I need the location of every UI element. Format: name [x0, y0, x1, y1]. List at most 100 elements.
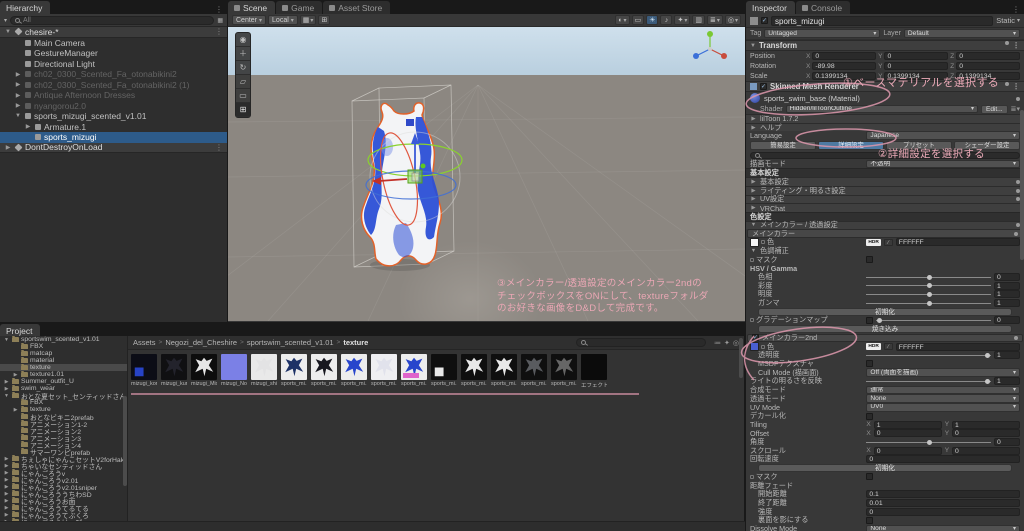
vector-value-field[interactable]: 0 — [873, 429, 942, 438]
transform-value-field[interactable]: 0.1399134 — [884, 72, 949, 80]
move-tool-icon[interactable]: ＋ — [236, 47, 250, 61]
foldout-arrow-icon[interactable]: ▶ — [14, 92, 22, 99]
slider-knob[interactable] — [926, 283, 932, 289]
hierarchy-item[interactable]: ▼ chesire-* ⋮ — [0, 27, 227, 38]
pivot-mode-button[interactable]: Center ▾ — [232, 15, 267, 25]
slider-value-field[interactable]: 0 — [994, 316, 1020, 325]
scene-menu-icon[interactable]: ⋮ — [215, 143, 227, 152]
project-folder[interactable]: material — [0, 356, 127, 364]
foldout-arrow-icon[interactable]: ▶ — [12, 407, 19, 413]
inspector-foldout[interactable]: ▶ ヘルプ — [746, 123, 1024, 132]
tab-console[interactable]: Console — [795, 1, 851, 14]
mode-tab-1[interactable]: 詳細設定 — [818, 141, 884, 151]
project-folder[interactable]: ▶ Summer_outfit_U — [0, 377, 127, 385]
layer-dropdown[interactable]: Default ▾ — [903, 29, 1020, 38]
transform-value-field[interactable]: 0.1399134 — [812, 72, 877, 80]
foldout-arrow-icon[interactable]: ▶ — [12, 372, 19, 378]
foldout-arrow-icon[interactable]: ▼ — [3, 337, 10, 343]
mode-tab-0[interactable]: 簡易設定 — [750, 141, 816, 151]
slider-checkbox[interactable] — [866, 316, 874, 324]
asset-thumb[interactable]: sports_mi... — [491, 354, 517, 389]
tab-hierarchy[interactable]: Hierarchy — [0, 1, 51, 14]
inspector-foldout[interactable]: ▶ VRChat — [746, 203, 1024, 213]
vector-value-field[interactable]: 1 — [952, 420, 1021, 429]
slider-track[interactable] — [866, 300, 991, 306]
tab-scene[interactable]: Scene — [228, 1, 276, 14]
rect-tool-icon[interactable]: ▭ — [236, 89, 250, 103]
project-folder[interactable]: ▶ texture1.01 — [0, 370, 127, 378]
property-search-input[interactable] — [750, 151, 1020, 159]
component-menu-icon[interactable]: ⋮ — [1012, 41, 1020, 50]
asset-thumb[interactable]: エフェクト... — [581, 354, 607, 389]
shader-menu-icon[interactable]: ≣▾ — [1011, 105, 1020, 113]
foldout-arrow-icon[interactable]: ▶ — [3, 456, 10, 462]
asset-thumb[interactable]: mizugi_Mix... — [191, 354, 217, 389]
foldout-arrow-icon[interactable]: ▶ — [3, 512, 10, 518]
foldout-arrow-icon[interactable]: ▶ — [3, 463, 10, 469]
component-menu-icon[interactable]: ⋮ — [1012, 82, 1020, 91]
hierarchy-item[interactable]: Directional Light — [0, 59, 227, 70]
dropdown[interactable]: None ▾ — [866, 394, 1020, 403]
slider-knob[interactable] — [876, 317, 882, 323]
slider-track[interactable] — [866, 352, 991, 358]
shader-dropdown[interactable]: Hidden/lilToonOutline ▾ — [785, 104, 978, 114]
tab-inspector[interactable]: Inspector — [746, 1, 795, 14]
inspector-foldout[interactable]: ▶ UV設定 — [746, 194, 1024, 203]
scale-tool-icon[interactable]: ▱ — [236, 75, 250, 89]
slider-value-field[interactable]: 1 — [994, 377, 1020, 386]
slider-track[interactable] — [876, 317, 991, 323]
hierarchy-menu-icon[interactable]: ⋮ — [211, 5, 227, 14]
foldout-arrow-icon[interactable]: ▼ — [3, 393, 10, 399]
gear-icon[interactable] — [1014, 231, 1018, 236]
transform-value-field[interactable]: 0 — [884, 52, 949, 60]
foldout-arrow-icon[interactable]: ▶ — [3, 477, 10, 483]
vector-value-field[interactable]: 1 — [873, 420, 942, 429]
foldout-arrow-icon[interactable]: ▶ — [3, 379, 10, 385]
value-field[interactable]: 0 — [866, 507, 1020, 516]
foldout-arrow-icon[interactable]: ▶ — [3, 491, 10, 497]
gear-icon[interactable] — [1014, 335, 1018, 340]
search-filter-icon[interactable]: ▾ — [4, 17, 7, 24]
2d-toggle-button[interactable]: ▭ — [631, 15, 645, 25]
slider-knob[interactable] — [985, 378, 991, 384]
foldout-arrow-icon[interactable]: ▶ — [4, 144, 12, 151]
transform-value-field[interactable]: 0 — [956, 62, 1021, 70]
breadcrumb-item[interactable]: sportswim_scented_v1.01 — [247, 338, 334, 347]
hierarchy-item[interactable]: ▶ Armature.1 — [0, 122, 227, 133]
tag-dropdown[interactable]: Untagged ▾ — [764, 29, 881, 38]
hierarchy-item[interactable]: GestureManager — [0, 48, 227, 59]
handle-space-button[interactable]: Local ▾ — [268, 15, 298, 25]
slider-track[interactable] — [866, 274, 991, 280]
breadcrumb-item[interactable]: Assets — [133, 338, 156, 347]
draw-mode-button[interactable]: ◐ ▾ — [615, 15, 630, 25]
smr-enabled-checkbox[interactable]: ✓ — [760, 83, 767, 90]
asset-thumb[interactable]: sports_mi... — [521, 354, 547, 389]
slider-value-field[interactable]: 1 — [994, 290, 1020, 299]
foldout-arrow-icon[interactable]: ▶ — [3, 386, 10, 392]
checkbox[interactable] — [866, 256, 874, 264]
action-button[interactable]: 焼き込み — [758, 325, 1012, 333]
dropdown[interactable]: None ▾ — [866, 524, 1020, 531]
vector-value-field[interactable]: 0 — [873, 446, 942, 455]
axis-z-cube[interactable] — [406, 119, 414, 126]
eyedropper-icon[interactable]: ∕ — [883, 238, 893, 246]
slider-track[interactable] — [866, 283, 991, 289]
vector-value-field[interactable]: 0 — [952, 446, 1021, 455]
scene-menu-icon[interactable]: ⋮ — [215, 27, 227, 36]
shader-edit-button[interactable]: Edit... — [980, 104, 1008, 114]
eyedropper-icon[interactable]: ∕ — [883, 343, 893, 351]
effects-toggle-button[interactable]: ✦ ▾ — [674, 15, 691, 25]
asset-thumb[interactable]: sports_mi... — [281, 354, 307, 389]
hierarchy-item[interactable]: ▶ ch02_0300_Scented_Fa_otonabikini2 — [0, 69, 227, 80]
asset-thumb[interactable]: sports_mi... — [401, 354, 427, 389]
dropdown[interactable]: 不透明 ▾ — [866, 159, 1020, 169]
foldout-arrow-icon[interactable]: ▶ — [24, 123, 32, 130]
checkbox[interactable] — [866, 473, 874, 481]
asset-thumb[interactable]: sports_mi... — [431, 354, 457, 389]
value-field[interactable]: 0.1 — [866, 490, 1020, 499]
foldout-arrow-icon[interactable]: ▶ — [14, 102, 22, 109]
transform-value-field[interactable]: 0.1399134 — [956, 72, 1021, 80]
foldout-arrow-icon[interactable]: ▶ — [14, 71, 22, 78]
breadcrumb-item[interactable]: Negozi_del_Cheshire — [165, 338, 237, 347]
inspector-foldout[interactable]: ▶ lilToon 1.7.2 — [746, 114, 1024, 123]
